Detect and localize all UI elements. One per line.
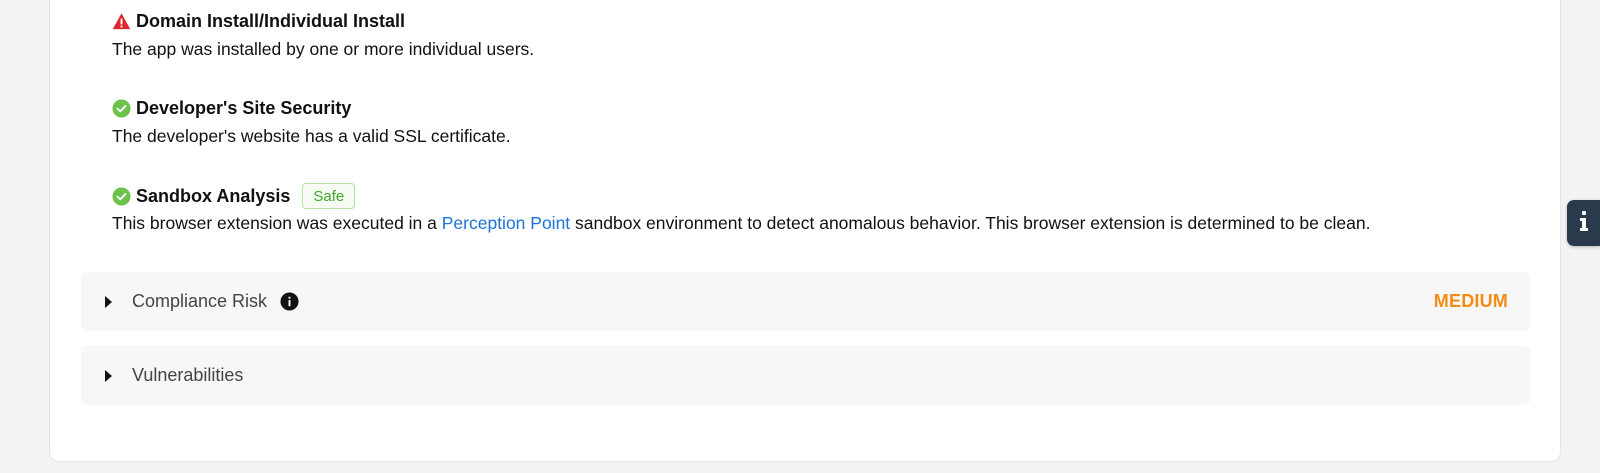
check-title: Developer's Site Security (136, 97, 352, 118)
check-title: Sandbox Analysis (136, 185, 291, 206)
check-title: Domain Install/Individual Install (136, 10, 406, 31)
check-domain-install: Domain Install/Individual Install The ap… (112, 9, 534, 60)
check-circle-icon (112, 98, 131, 118)
accordion-label: Vulnerabilities (132, 365, 244, 385)
perception-point-link[interactable]: Perception Point (442, 213, 570, 233)
accordion-label: Compliance Risk (132, 291, 268, 311)
check-description: The app was installed by one or more ind… (112, 39, 535, 59)
check-developer-site-security: Developer's Site Security The developer'… (112, 96, 511, 147)
info-icon (1577, 210, 1591, 237)
check-title-row: Domain Install/Individual Install (112, 9, 534, 33)
check-description: The developer's website has a valid SSL … (112, 126, 511, 146)
description-text-before: This browser extension was executed in a (112, 213, 442, 233)
caret-right-icon (105, 295, 112, 308)
check-title-row: Developer's Site Security (112, 96, 511, 120)
check-circle-icon (112, 186, 131, 206)
status-badge-safe: Safe (302, 183, 356, 209)
accordion-compliance-risk[interactable]: Compliance Risk MEDIUM (81, 272, 1530, 331)
check-title-row: Sandbox Analysis Safe (112, 182, 1370, 210)
risk-level-badge: MEDIUM (1433, 291, 1508, 311)
description-text-after: sandbox environment to detect anomalous … (570, 213, 1371, 233)
caret-right-icon (105, 369, 112, 382)
accordion-vulnerabilities[interactable]: Vulnerabilities (81, 346, 1530, 405)
warning-triangle-icon (112, 12, 131, 31)
side-info-tab[interactable] (1567, 200, 1600, 246)
check-sandbox-analysis: Sandbox Analysis Safe This browser exten… (112, 182, 1370, 234)
info-circle-icon[interactable] (280, 292, 299, 311)
check-description: This browser extension was executed in a… (112, 213, 1370, 234)
